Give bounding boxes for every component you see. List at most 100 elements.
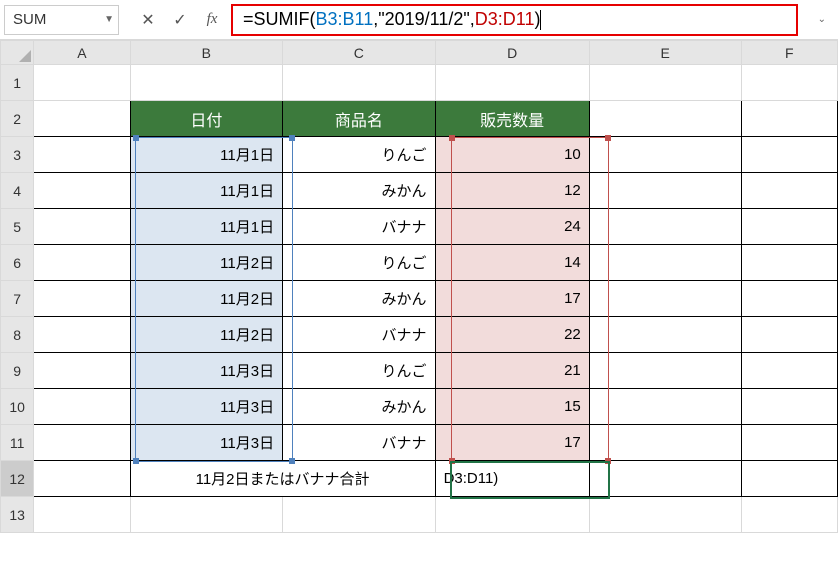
- cell[interactable]: [34, 65, 130, 101]
- cell-qty[interactable]: 14: [435, 245, 589, 281]
- cell[interactable]: [741, 173, 837, 209]
- row-header[interactable]: 11: [1, 425, 34, 461]
- cell-qty[interactable]: 21: [435, 353, 589, 389]
- cell[interactable]: [34, 101, 130, 137]
- cell-item[interactable]: みかん: [283, 281, 435, 317]
- row-header[interactable]: 8: [1, 317, 34, 353]
- col-header-f[interactable]: F: [741, 41, 837, 65]
- cell[interactable]: [34, 497, 130, 533]
- cell[interactable]: [589, 281, 741, 317]
- cell[interactable]: [741, 461, 837, 497]
- cell-date[interactable]: 11月1日: [130, 173, 283, 209]
- cell-qty[interactable]: 17: [435, 425, 589, 461]
- cell-item[interactable]: みかん: [283, 389, 435, 425]
- cell[interactable]: [283, 65, 435, 101]
- active-editing-cell[interactable]: D3:D11): [435, 461, 589, 497]
- cell[interactable]: [741, 137, 837, 173]
- cell-date[interactable]: 11月2日: [130, 281, 283, 317]
- expand-formula-icon[interactable]: ⌄: [818, 14, 826, 25]
- cell[interactable]: [34, 245, 130, 281]
- cell-qty[interactable]: 10: [435, 137, 589, 173]
- cell[interactable]: [34, 173, 130, 209]
- cell-qty[interactable]: 24: [435, 209, 589, 245]
- cell-date[interactable]: 11月1日: [130, 209, 283, 245]
- fx-icon[interactable]: fx: [203, 11, 221, 29]
- cell[interactable]: [34, 137, 130, 173]
- row-header[interactable]: 2: [1, 101, 34, 137]
- col-header-d[interactable]: D: [435, 41, 589, 65]
- cell[interactable]: [589, 65, 741, 101]
- col-header-a[interactable]: A: [34, 41, 130, 65]
- row-header[interactable]: 5: [1, 209, 34, 245]
- cell-date[interactable]: 11月3日: [130, 425, 283, 461]
- cell[interactable]: [589, 461, 741, 497]
- cell[interactable]: [741, 317, 837, 353]
- cell[interactable]: [741, 281, 837, 317]
- row-header[interactable]: 13: [1, 497, 34, 533]
- row-header-active[interactable]: 12: [1, 461, 34, 497]
- col-header-e[interactable]: E: [589, 41, 741, 65]
- cell[interactable]: [741, 245, 837, 281]
- row-header[interactable]: 3: [1, 137, 34, 173]
- cell-qty[interactable]: 15: [435, 389, 589, 425]
- cancel-icon[interactable]: ✕: [139, 11, 157, 29]
- cell[interactable]: [589, 317, 741, 353]
- cell[interactable]: [435, 65, 589, 101]
- enter-icon[interactable]: ✓: [171, 11, 189, 29]
- cell-item[interactable]: バナナ: [283, 425, 435, 461]
- cell[interactable]: [34, 461, 130, 497]
- row-header[interactable]: 9: [1, 353, 34, 389]
- cell[interactable]: [589, 101, 741, 137]
- table-header-qty[interactable]: 販売数量: [435, 101, 589, 137]
- cell[interactable]: [130, 497, 283, 533]
- cell[interactable]: [741, 101, 837, 137]
- cell-item[interactable]: バナナ: [283, 209, 435, 245]
- cell-item[interactable]: バナナ: [283, 317, 435, 353]
- table-header-item[interactable]: 商品名: [283, 101, 435, 137]
- cell[interactable]: [741, 425, 837, 461]
- row-header[interactable]: 10: [1, 389, 34, 425]
- chevron-down-icon[interactable]: ▼: [104, 14, 114, 25]
- cell-qty[interactable]: 17: [435, 281, 589, 317]
- col-header-b[interactable]: B: [130, 41, 283, 65]
- total-label-cell[interactable]: 11月2日またはバナナ合計: [130, 461, 435, 497]
- spreadsheet-grid[interactable]: A B C D E F 1 2 日付 商品名 販売数量 3 11月1日 りんご …: [0, 40, 838, 533]
- cell[interactable]: [589, 425, 741, 461]
- name-box[interactable]: SUM ▼: [4, 5, 119, 35]
- cell[interactable]: [589, 173, 741, 209]
- cell[interactable]: [741, 209, 837, 245]
- cell[interactable]: [34, 281, 130, 317]
- cell[interactable]: [741, 65, 837, 101]
- row-header[interactable]: 7: [1, 281, 34, 317]
- cell-qty[interactable]: 12: [435, 173, 589, 209]
- cell[interactable]: [283, 497, 435, 533]
- cell-item[interactable]: りんご: [283, 245, 435, 281]
- cell-date[interactable]: 11月1日: [130, 137, 283, 173]
- cell[interactable]: [741, 353, 837, 389]
- cell[interactable]: [589, 389, 741, 425]
- cell-item[interactable]: りんご: [283, 353, 435, 389]
- row-header[interactable]: 6: [1, 245, 34, 281]
- cell[interactable]: [34, 353, 130, 389]
- cell[interactable]: [589, 497, 741, 533]
- cell-date[interactable]: 11月3日: [130, 389, 283, 425]
- cell[interactable]: [130, 65, 283, 101]
- cell-date[interactable]: 11月3日: [130, 353, 283, 389]
- cell[interactable]: [34, 389, 130, 425]
- cell[interactable]: [741, 497, 837, 533]
- cell[interactable]: [34, 425, 130, 461]
- row-header[interactable]: 1: [1, 65, 34, 101]
- cell-date[interactable]: 11月2日: [130, 245, 283, 281]
- row-header[interactable]: 4: [1, 173, 34, 209]
- cell[interactable]: [435, 497, 589, 533]
- cell-item[interactable]: みかん: [283, 173, 435, 209]
- cell[interactable]: [589, 245, 741, 281]
- cell-qty[interactable]: 22: [435, 317, 589, 353]
- cell[interactable]: [589, 353, 741, 389]
- select-all-corner[interactable]: [1, 41, 34, 65]
- cell[interactable]: [34, 317, 130, 353]
- cell-date[interactable]: 11月2日: [130, 317, 283, 353]
- cell[interactable]: [589, 137, 741, 173]
- cell[interactable]: [741, 389, 837, 425]
- cell[interactable]: [589, 209, 741, 245]
